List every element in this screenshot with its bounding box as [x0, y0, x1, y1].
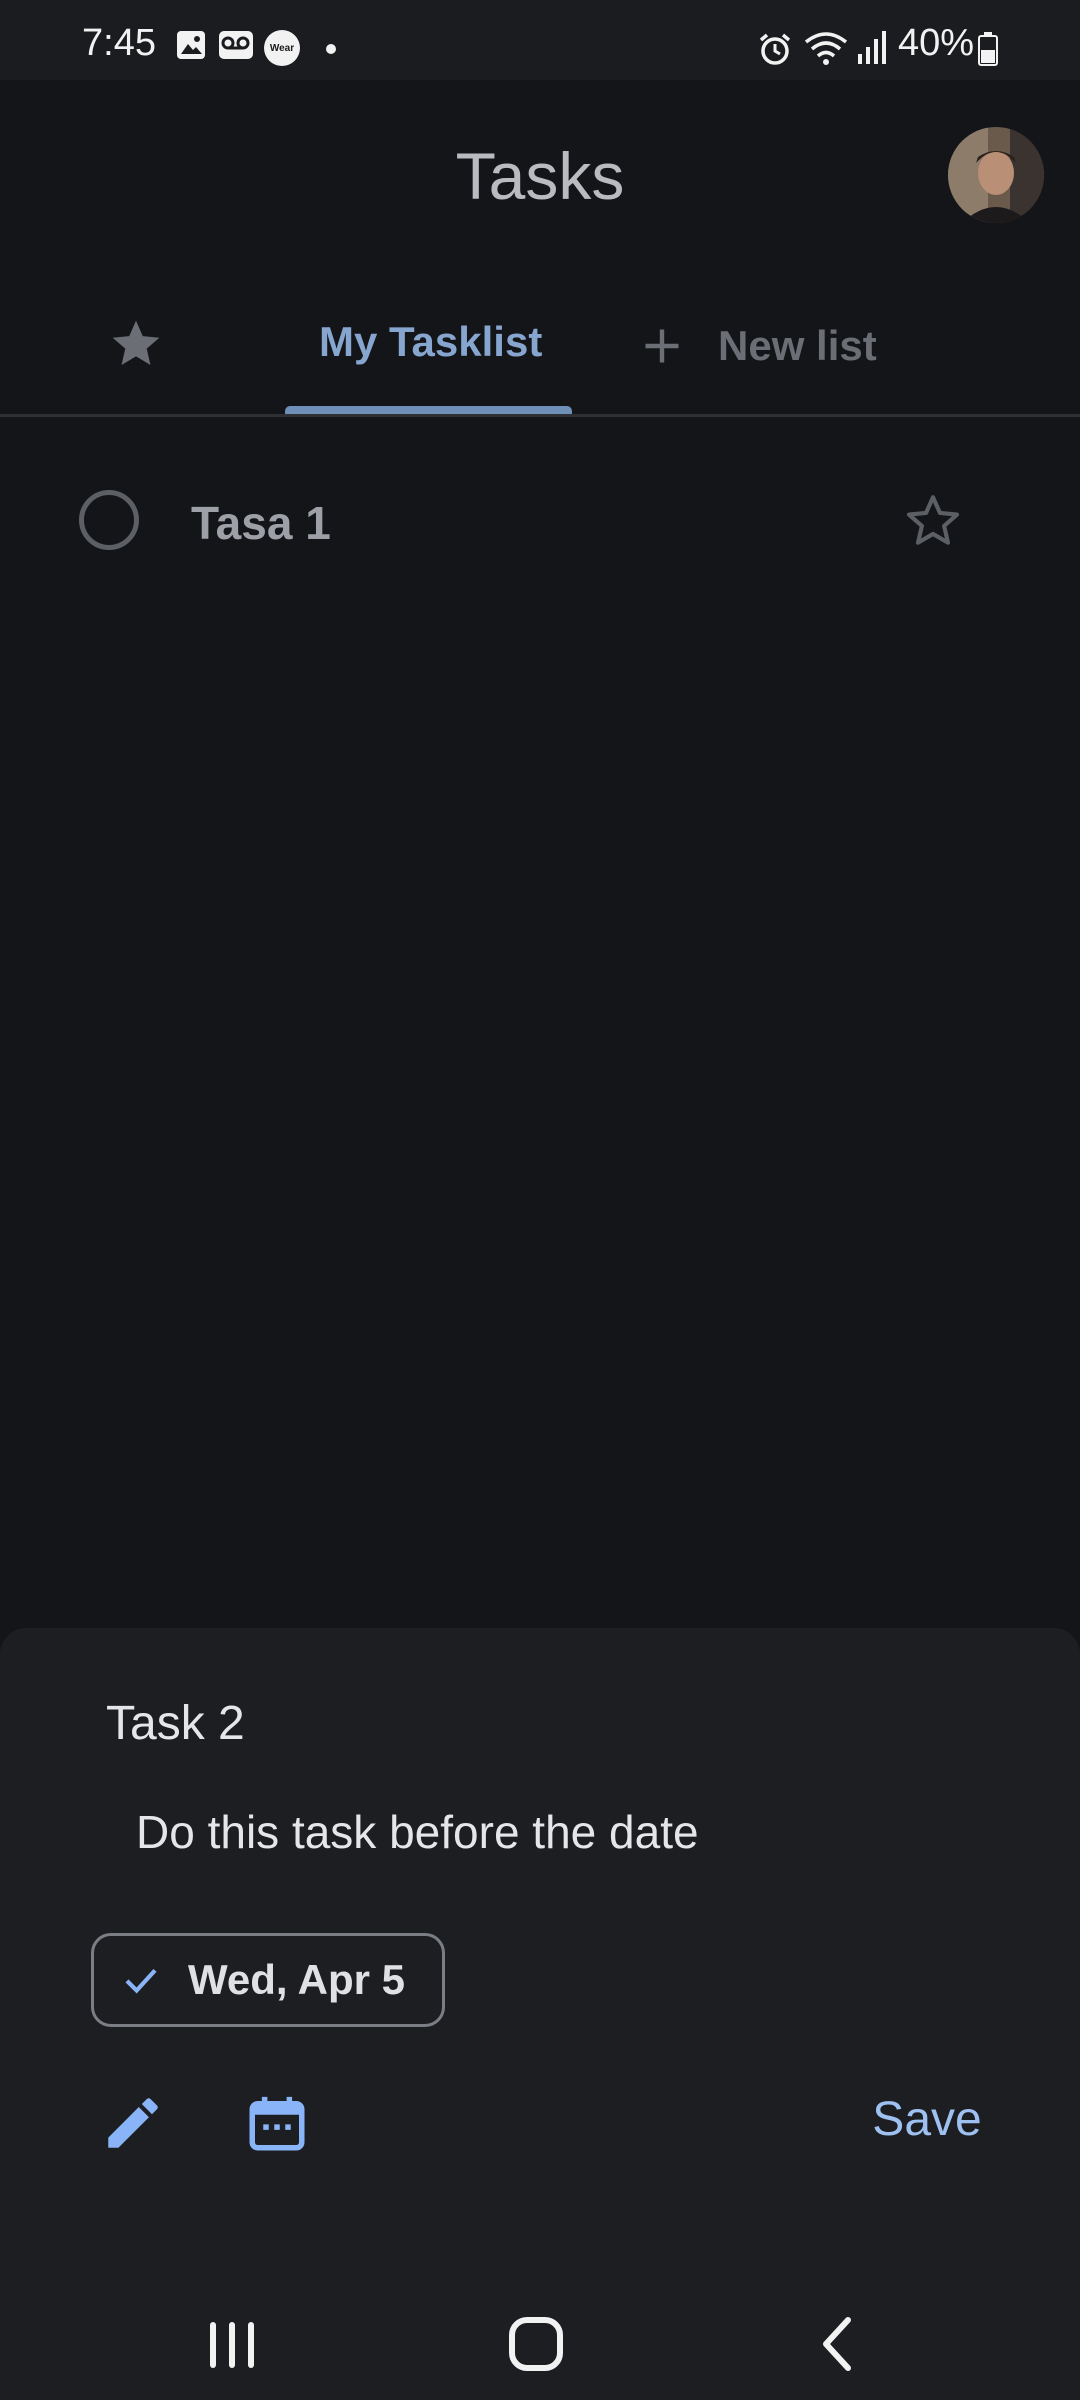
alarm-icon — [759, 33, 791, 65]
wifi-icon — [804, 32, 848, 65]
gallery-icon — [177, 31, 205, 59]
voicemail-icon — [219, 31, 253, 59]
avatar-photo — [948, 127, 1044, 223]
tabs-divider — [0, 414, 1080, 417]
check-icon — [125, 1968, 157, 1994]
new-list-button[interactable]: New list — [640, 318, 877, 374]
task-star-icon[interactable] — [902, 490, 964, 552]
recent-apps-icon[interactable] — [192, 2304, 272, 2384]
dot-icon — [326, 44, 336, 54]
wear-label: Wear — [269, 42, 295, 54]
due-date-chip[interactable]: Wed, Apr 5 — [91, 1933, 445, 2027]
battery-percent: 40% — [898, 22, 975, 64]
signal-icon — [858, 31, 886, 64]
edit-details-icon[interactable] — [100, 2090, 166, 2156]
calendar-icon[interactable] — [244, 2090, 310, 2156]
save-button[interactable]: Save — [862, 2092, 992, 2156]
task-complete-checkbox[interactable] — [79, 490, 139, 550]
user-avatar[interactable] — [948, 127, 1044, 223]
app-title: Tasks — [455, 139, 625, 213]
task-details-input[interactable]: Do this task before the date — [136, 1805, 699, 1859]
plus-icon — [645, 329, 679, 363]
battery-icon — [978, 32, 998, 66]
tab-my-tasklist[interactable]: My Tasklist — [319, 318, 542, 366]
wear-icon: Wear — [264, 30, 300, 66]
task-row[interactable]: Tasa 1 — [0, 470, 1080, 570]
due-date-label: Wed, Apr 5 — [188, 1956, 406, 2003]
starred-tab-star-icon[interactable] — [108, 316, 164, 372]
status-time: 7:45 — [82, 22, 156, 64]
status-bar: 7:45 Wear 40% — [0, 0, 1080, 80]
new-list-label: New list — [718, 322, 877, 369]
task-title-input[interactable]: Task 2 — [106, 1696, 245, 1751]
back-icon[interactable] — [800, 2304, 880, 2384]
task-title: Tasa 1 — [191, 497, 331, 549]
system-nav-bar — [0, 2270, 1080, 2400]
home-icon[interactable] — [496, 2304, 576, 2384]
